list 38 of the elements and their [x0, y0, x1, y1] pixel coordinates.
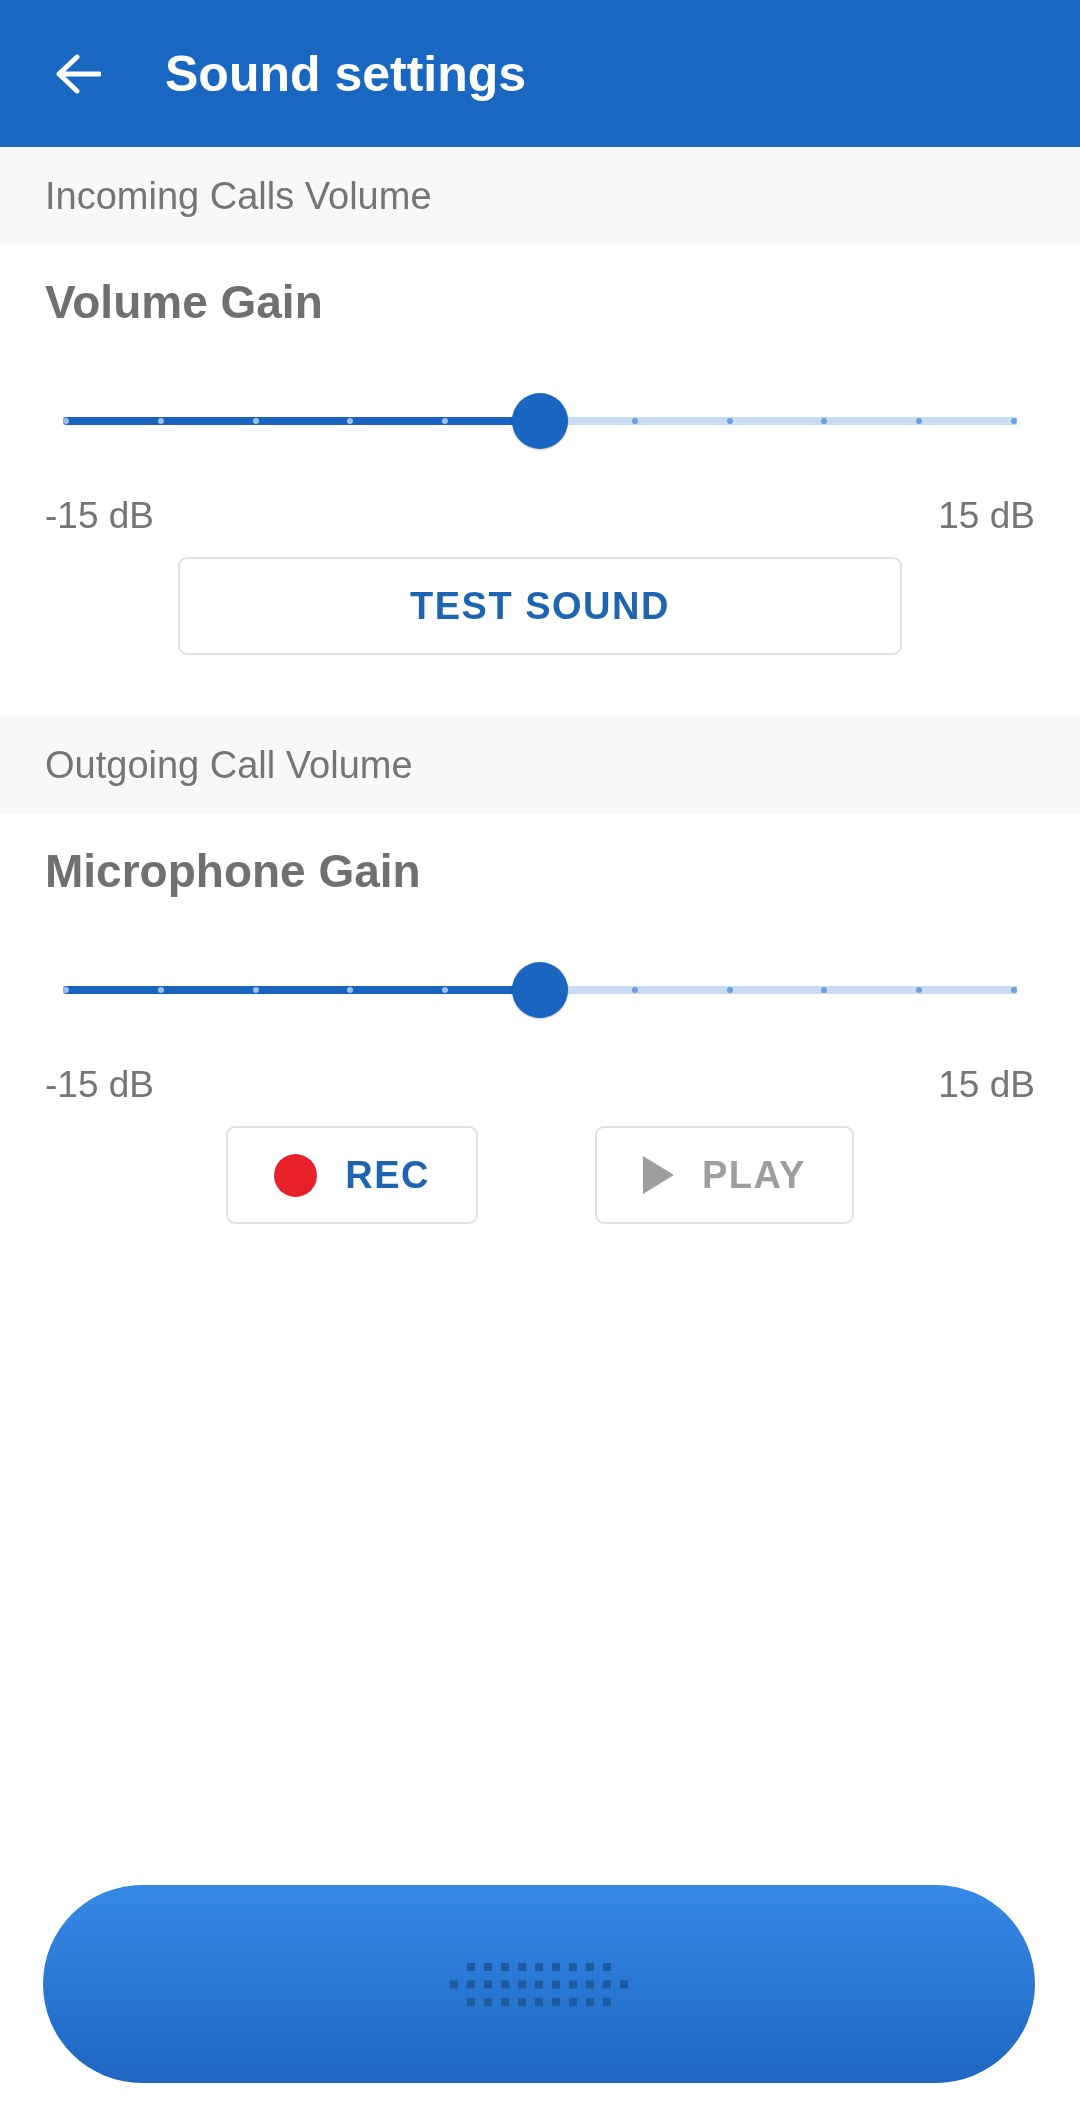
test-sound-button[interactable]: TEST SOUND [178, 557, 902, 655]
section-header: Incoming Calls Volume [0, 147, 1080, 245]
slider-tick-mark [726, 987, 733, 993]
slider-tick-mark [916, 418, 923, 424]
slider-thumb[interactable] [512, 393, 568, 449]
slider-tick-mark [442, 987, 449, 993]
slider-tick-mark [157, 418, 164, 424]
record-button[interactable]: REC [226, 1126, 478, 1224]
slider-tick-mark [631, 418, 638, 424]
play-icon [642, 1156, 674, 1194]
setting-title: Volume Gain [45, 275, 323, 330]
back-button[interactable] [55, 53, 101, 94]
slider-tick-mark [1011, 987, 1017, 993]
slider-tick-mark [1011, 418, 1017, 424]
arrow-left-icon [55, 53, 101, 94]
slider-tick-mark [631, 987, 638, 993]
slider-tick-mark [63, 987, 69, 993]
range-max-label: 15 dB [938, 1063, 1035, 1107]
setting-title: Microphone Gain [45, 844, 421, 899]
slider-tick-mark [63, 418, 69, 424]
range-min-label: -15 dB [45, 1063, 154, 1107]
slider-tick-mark [347, 418, 354, 424]
range-min-label: -15 dB [45, 494, 154, 538]
range-max-label: 15 dB [938, 494, 1035, 538]
slider-tick-mark [347, 987, 354, 993]
slider-tick-mark [821, 987, 828, 993]
record-dot-icon [274, 1153, 318, 1197]
slider-tick-mark [252, 418, 259, 424]
section-header: Outgoing Call Volume [0, 717, 1080, 814]
slider-tick-mark [252, 987, 259, 993]
screen-title: Sound settings [165, 44, 527, 104]
slider-tick-mark [821, 418, 828, 424]
slider-tick-mark [916, 987, 923, 993]
slider-thumb[interactable] [512, 962, 568, 1018]
dot-grid-icon [450, 1962, 628, 2006]
slider-tick-mark [726, 418, 733, 424]
slider-tick-mark [442, 418, 449, 424]
slider-tick-mark [157, 987, 164, 993]
